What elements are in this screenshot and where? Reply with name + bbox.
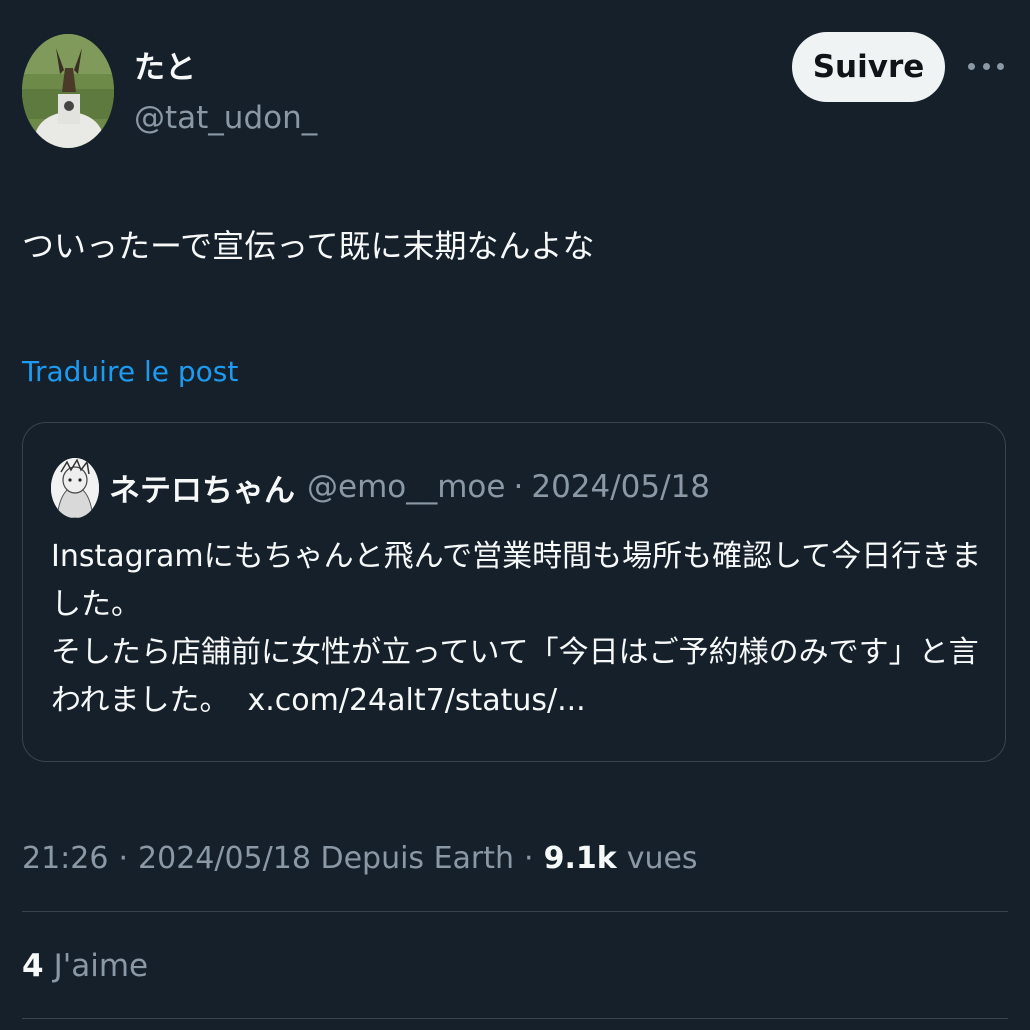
- divider: [22, 911, 1008, 912]
- post-meta: 21:26 · 2024/05/18 Depuis Earth · 9.1k v…: [22, 836, 698, 880]
- divider: [22, 1018, 1008, 1019]
- quote-author-avatar[interactable]: [51, 458, 99, 518]
- quote-avatar-icon: [51, 458, 99, 518]
- views-label: vues: [626, 840, 698, 876]
- author-display-name[interactable]: たと: [134, 46, 196, 90]
- likes-count: 4: [22, 948, 44, 984]
- post-text: ついったーで宣伝って既に末期なんよな: [22, 227, 595, 265]
- user-avatar-icon: [22, 34, 114, 148]
- meta-separator: ·: [524, 840, 534, 876]
- follow-button[interactable]: Suivre: [792, 32, 945, 102]
- likes-stat[interactable]: 4 J'aime: [22, 944, 148, 988]
- tweet-page: たと @tat_udon_ Suivre ついったーで宣伝って既に末期なんよな …: [0, 0, 1030, 1030]
- quote-text-line: われました。: [51, 683, 230, 718]
- quote-date[interactable]: 2024/05/18: [531, 469, 710, 505]
- quote-text-line: そしたら店舗前に女性が立っていて「今日はご予約様のみです」と言: [51, 635, 979, 670]
- quote-separator: ·: [513, 469, 524, 505]
- more-horizontal-icon[interactable]: [968, 56, 1004, 76]
- quote-author-name[interactable]: ネテロちゃん: [109, 465, 295, 510]
- quote-text-line: Instagramにもちゃんと飛んで営業時間も場所も確認して今日行きま: [51, 539, 982, 574]
- author-avatar[interactable]: [22, 34, 114, 148]
- more-dot: [997, 62, 1004, 70]
- author-handle[interactable]: @tat_udon_: [134, 96, 317, 140]
- views-count: 9.1k: [543, 840, 617, 876]
- more-dot: [982, 62, 990, 70]
- post-time[interactable]: 21:26: [22, 841, 108, 876]
- quote-text-line: した。: [51, 587, 141, 622]
- quote-status-link[interactable]: x.com/24alt7/status/...: [248, 683, 586, 718]
- more-dot: [968, 62, 975, 70]
- post-date-source[interactable]: 2024/05/18 Depuis Earth: [138, 841, 514, 876]
- quote-text-line-with-link: われました。 x.com/24alt7/status/...: [51, 677, 991, 725]
- quoted-post-card[interactable]: ネテロちゃん @emo__moe · 2024/05/18 Instagramに…: [22, 422, 1006, 762]
- quote-text: Instagramにもちゃんと飛んで営業時間も場所も確認して今日行きま した。 …: [51, 533, 991, 725]
- meta-separator: ·: [118, 840, 129, 876]
- likes-label: J'aime: [53, 948, 149, 984]
- translate-post-link[interactable]: Traduire le post: [22, 352, 238, 392]
- quote-author-handle[interactable]: @emo__moe: [307, 469, 505, 505]
- quote-header: ネテロちゃん @emo__moe · 2024/05/18: [109, 465, 710, 509]
